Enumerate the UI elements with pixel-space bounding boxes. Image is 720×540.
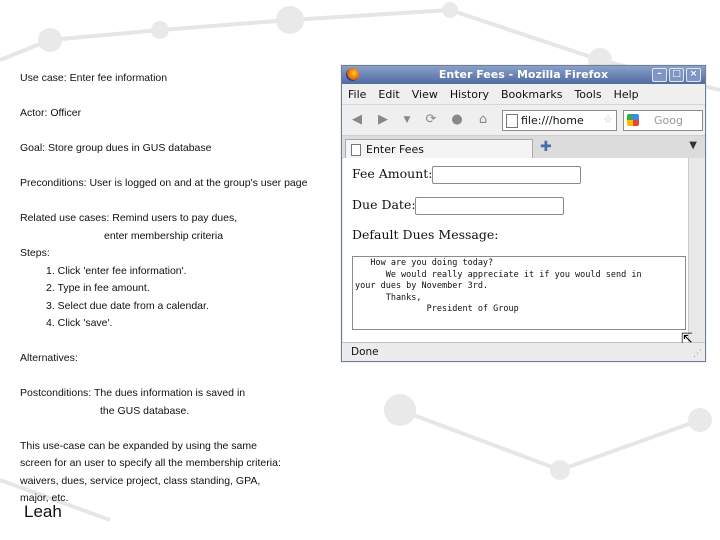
actor-label: Actor: [20, 107, 48, 119]
step-item: 1. Click 'enter fee information'. [46, 264, 187, 277]
preconditions-line: Preconditions: User is logged on and at … [20, 175, 340, 193]
history-dropdown-icon[interactable]: ▼ [398, 111, 416, 129]
note-line: screen for an user to specify all the me… [20, 457, 281, 469]
google-icon [627, 114, 639, 126]
resize-grip-icon[interactable]: ⋰ [693, 349, 702, 359]
tab-page-icon [351, 144, 361, 156]
tab-list-chevron-icon[interactable]: ▼ [689, 140, 697, 151]
step-item: 2. Type in fee amount. [46, 282, 150, 294]
alternatives-label: Alternatives: [20, 352, 78, 364]
vertical-scrollbar[interactable] [688, 158, 705, 342]
tab-bar: Enter Fees ✚ ▼ [342, 136, 705, 159]
postconditions-label: Postconditions: [20, 387, 92, 399]
postconditions-value-1: The dues information is saved in [93, 387, 246, 399]
fee-amount-input[interactable] [432, 166, 581, 184]
firefox-window: Enter Fees - Mozilla Firefox – □ × File … [341, 65, 706, 362]
steps-label: Steps: [20, 247, 50, 259]
search-placeholder: Goog [654, 114, 683, 127]
menu-view[interactable]: View [412, 88, 438, 101]
back-arrow-icon[interactable]: ◀ [348, 111, 366, 129]
author-name: Leah [24, 502, 62, 521]
use-case-text: Use case: Enter fee information Actor: O… [20, 70, 340, 508]
status-bar: Done ⋰ [342, 342, 705, 361]
related-label: Related use cases: [20, 212, 110, 224]
actor-line: Actor: Officer [20, 105, 340, 123]
step-item: 4. Click 'save'. [46, 317, 113, 329]
tab-enter-fees[interactable]: Enter Fees [345, 139, 533, 159]
reload-icon[interactable]: ⟳ [422, 111, 440, 129]
status-text: Done [351, 346, 379, 358]
mouse-cursor-icon: ⇱ [681, 331, 693, 347]
window-title: Enter Fees - Mozilla Firefox [438, 68, 609, 81]
preconditions-label: Preconditions: [20, 177, 87, 189]
default-message-label: Default Dues Message: [352, 227, 499, 242]
minimize-icon[interactable]: – [652, 68, 667, 82]
menu-edit[interactable]: Edit [378, 88, 399, 101]
use-case-label: Use case: [20, 72, 67, 84]
related-line: Related use cases: Remind users to pay d… [20, 210, 340, 228]
window-titlebar[interactable]: Enter Fees - Mozilla Firefox – □ × [342, 66, 705, 84]
menu-history[interactable]: History [450, 88, 489, 101]
url-bar[interactable]: file:///home ☆ [502, 110, 617, 131]
stop-icon[interactable]: ● [448, 111, 466, 129]
fee-amount-label: Fee Amount: [352, 166, 433, 181]
page-icon [506, 114, 518, 128]
postconditions-value-2: the GUS database. [100, 404, 190, 417]
bookmark-star-icon[interactable]: ☆ [603, 113, 613, 126]
related-value-1: Remind users to pay dues, [112, 212, 238, 224]
postconditions-line: Postconditions: The dues information is … [20, 385, 340, 403]
menu-help[interactable]: Help [614, 88, 639, 101]
preconditions-value: User is logged on and at the group's use… [89, 177, 308, 189]
use-case-value: Enter fee information [69, 72, 168, 84]
goal-line: Goal: Store group dues in GUS database [20, 140, 340, 158]
menu-file[interactable]: File [348, 88, 366, 101]
forward-arrow-icon[interactable]: ▶ [374, 111, 392, 129]
due-date-label: Due Date: [352, 197, 416, 212]
due-date-input[interactable] [415, 197, 564, 215]
goal-value: Store group dues in GUS database [48, 142, 212, 154]
related-value-2: enter membership criteria [104, 229, 224, 242]
menu-tools[interactable]: Tools [574, 88, 601, 101]
steps-list: 1. Click 'enter fee information'. 2. Typ… [20, 263, 340, 333]
navigation-toolbar: ◀ ▶ ▼ ⟳ ● ⌂ file:///home ☆ Goog [342, 105, 705, 136]
url-text: file:///home [521, 114, 584, 127]
menu-bookmarks[interactable]: Bookmarks [501, 88, 562, 101]
goal-label: Goal: [20, 142, 46, 154]
page-content: Fee Amount: Due Date: Default Dues Messa… [343, 158, 688, 342]
maximize-icon[interactable]: □ [669, 68, 684, 82]
menu-bar: File Edit View History Bookmarks Tools H… [342, 84, 705, 105]
default-message-textarea[interactable]: How are you doing today? We would really… [352, 256, 686, 330]
use-case-line: Use case: Enter fee information [20, 70, 340, 88]
step-item: 3. Select due date from a calendar. [46, 299, 209, 312]
tab-label: Enter Fees [366, 143, 425, 156]
new-tab-icon[interactable]: ✚ [540, 139, 552, 155]
note-line: major, etc. [20, 492, 69, 504]
note-line: This use-case can be expanded by using t… [20, 439, 257, 452]
close-icon[interactable]: × [686, 68, 701, 82]
note-line: waivers, dues, service project, class st… [20, 474, 261, 487]
actor-value: Officer [50, 107, 82, 119]
home-icon[interactable]: ⌂ [474, 111, 492, 129]
search-bar[interactable]: Goog [623, 110, 703, 131]
